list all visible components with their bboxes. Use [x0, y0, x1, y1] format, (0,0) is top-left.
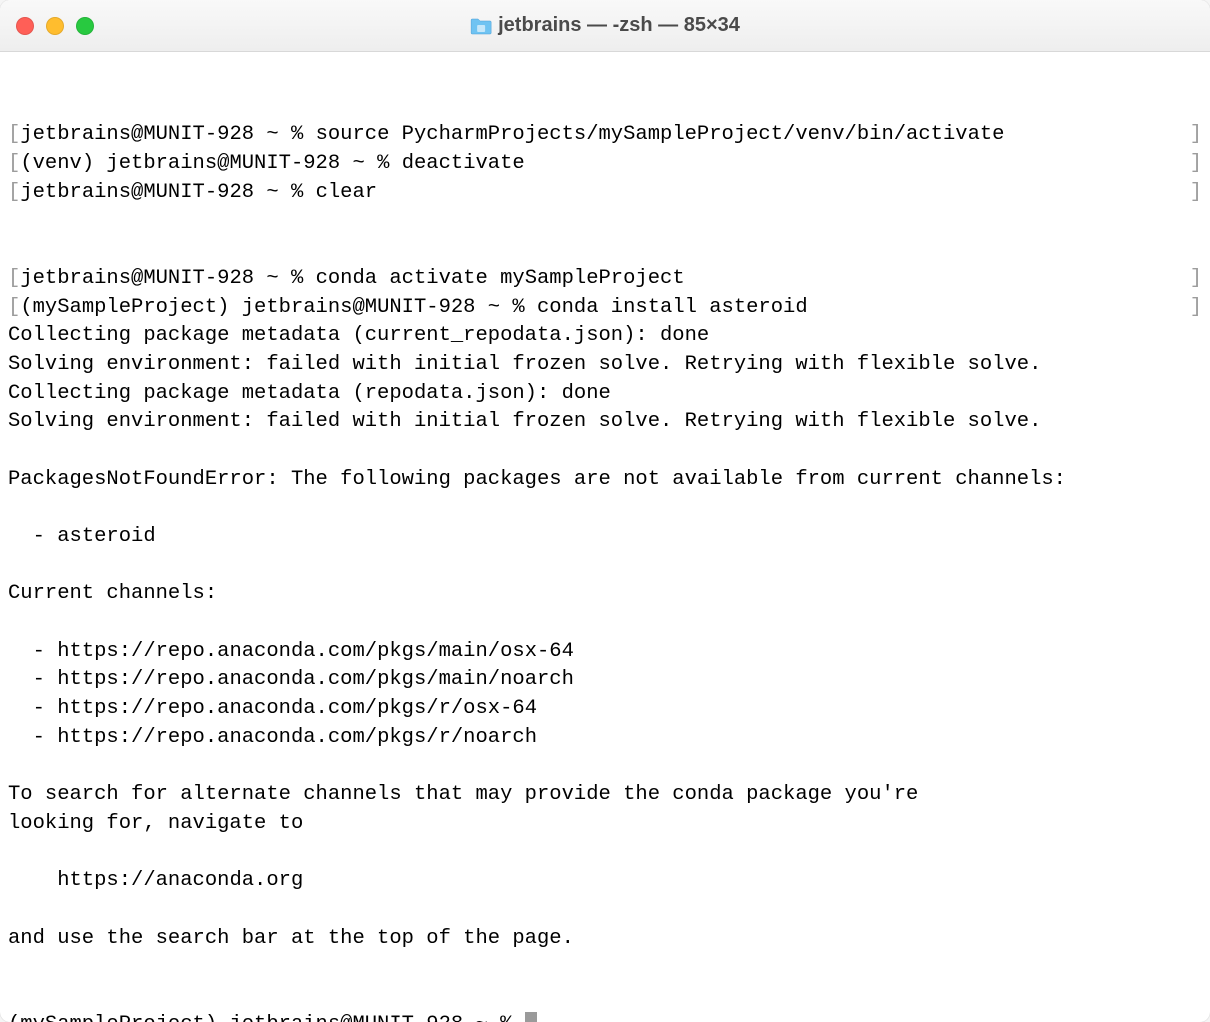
- blank-line: [8, 953, 1202, 982]
- output-line: - https://repo.anaconda.com/pkgs/r/osx-6…: [8, 695, 1202, 724]
- shell-command: conda activate mySampleProject: [316, 267, 685, 290]
- shell-command: conda install asteroid: [537, 296, 808, 319]
- prompt-content: [jetbrains@MUNIT-928 ~ % source PycharmP…: [8, 121, 1004, 150]
- blank-line: [8, 236, 1202, 265]
- terminal-output[interactable]: [jetbrains@MUNIT-928 ~ % source PycharmP…: [0, 52, 1210, 1022]
- output-line: looking for, navigate to: [8, 810, 1202, 839]
- traffic-lights: [16, 17, 94, 35]
- blank-line: [8, 896, 1202, 925]
- output-line: - https://repo.anaconda.com/pkgs/r/noarc…: [8, 724, 1202, 753]
- right-bracket: ]: [1190, 121, 1202, 150]
- output-line: Solving environment: failed with initial…: [8, 408, 1202, 437]
- shell-prompt: jetbrains@MUNIT-928 ~ %: [20, 123, 315, 146]
- titlebar[interactable]: jetbrains — -zsh — 85×34: [0, 0, 1210, 52]
- blank-line: [8, 609, 1202, 638]
- prompt-line: [jetbrains@MUNIT-928 ~ % clear]: [8, 179, 1202, 208]
- output-line: - https://repo.anaconda.com/pkgs/main/no…: [8, 666, 1202, 695]
- shell-prompt: (mySampleProject) jetbrains@MUNIT-928 ~ …: [20, 296, 537, 319]
- prompt-line: [(mySampleProject) jetbrains@MUNIT-928 ~…: [8, 294, 1202, 323]
- prompt-content: [(venv) jetbrains@MUNIT-928 ~ % deactiva…: [8, 150, 525, 179]
- left-bracket: [: [8, 123, 20, 146]
- shell-command: deactivate: [402, 152, 525, 175]
- prompt-content: [jetbrains@MUNIT-928 ~ % conda activate …: [8, 265, 685, 294]
- prompt-content: [jetbrains@MUNIT-928 ~ % clear: [8, 179, 377, 208]
- output-line: Solving environment: failed with initial…: [8, 351, 1202, 380]
- shell-prompt: (venv) jetbrains@MUNIT-928 ~ %: [20, 152, 401, 175]
- blank-line: [8, 839, 1202, 868]
- output-line: - asteroid: [8, 523, 1202, 552]
- right-bracket: ]: [1190, 294, 1202, 323]
- minimize-button[interactable]: [46, 17, 64, 35]
- window-title-group: jetbrains — -zsh — 85×34: [470, 14, 740, 37]
- right-bracket: ]: [1190, 150, 1202, 179]
- window-title: jetbrains — -zsh — 85×34: [498, 14, 740, 37]
- shell-prompt: (mySampleProject) jetbrains@MUNIT-928 ~ …: [8, 1013, 525, 1022]
- blank-line: [8, 552, 1202, 581]
- output-line: To search for alternate channels that ma…: [8, 781, 1202, 810]
- blank-line: [8, 982, 1202, 1011]
- prompt-line: [jetbrains@MUNIT-928 ~ % conda activate …: [8, 265, 1202, 294]
- output-line: and use the search bar at the top of the…: [8, 925, 1202, 954]
- left-bracket: [: [8, 267, 20, 290]
- output-line: https://anaconda.org: [8, 867, 1202, 896]
- shell-prompt: jetbrains@MUNIT-928 ~ %: [20, 267, 315, 290]
- terminal-window: jetbrains — -zsh — 85×34 [jetbrains@MUNI…: [0, 0, 1210, 1022]
- blank-line: [8, 437, 1202, 466]
- shell-command: clear: [316, 181, 378, 204]
- cursor: [525, 1012, 537, 1022]
- blank-line: [8, 494, 1202, 523]
- right-bracket: ]: [1190, 179, 1202, 208]
- zoom-button[interactable]: [76, 17, 94, 35]
- output-line: Current channels:: [8, 580, 1202, 609]
- output-line: Collecting package metadata (repodata.js…: [8, 380, 1202, 409]
- blank-line: [8, 207, 1202, 236]
- folder-icon: [470, 17, 492, 35]
- blank-line: [8, 753, 1202, 782]
- output-line: Collecting package metadata (current_rep…: [8, 322, 1202, 351]
- prompt-line: [(venv) jetbrains@MUNIT-928 ~ % deactiva…: [8, 150, 1202, 179]
- shell-command: source PycharmProjects/mySampleProject/v…: [316, 123, 1005, 146]
- left-bracket: [: [8, 181, 20, 204]
- left-bracket: [: [8, 296, 20, 319]
- shell-prompt: jetbrains@MUNIT-928 ~ %: [20, 181, 315, 204]
- prompt-line: [jetbrains@MUNIT-928 ~ % source PycharmP…: [8, 121, 1202, 150]
- output-line: - https://repo.anaconda.com/pkgs/main/os…: [8, 638, 1202, 667]
- right-bracket: ]: [1190, 265, 1202, 294]
- left-bracket: [: [8, 152, 20, 175]
- current-prompt-line: (mySampleProject) jetbrains@MUNIT-928 ~ …: [8, 1011, 1202, 1022]
- close-button[interactable]: [16, 17, 34, 35]
- prompt-content: [(mySampleProject) jetbrains@MUNIT-928 ~…: [8, 294, 808, 323]
- output-line: PackagesNotFoundError: The following pac…: [8, 466, 1202, 495]
